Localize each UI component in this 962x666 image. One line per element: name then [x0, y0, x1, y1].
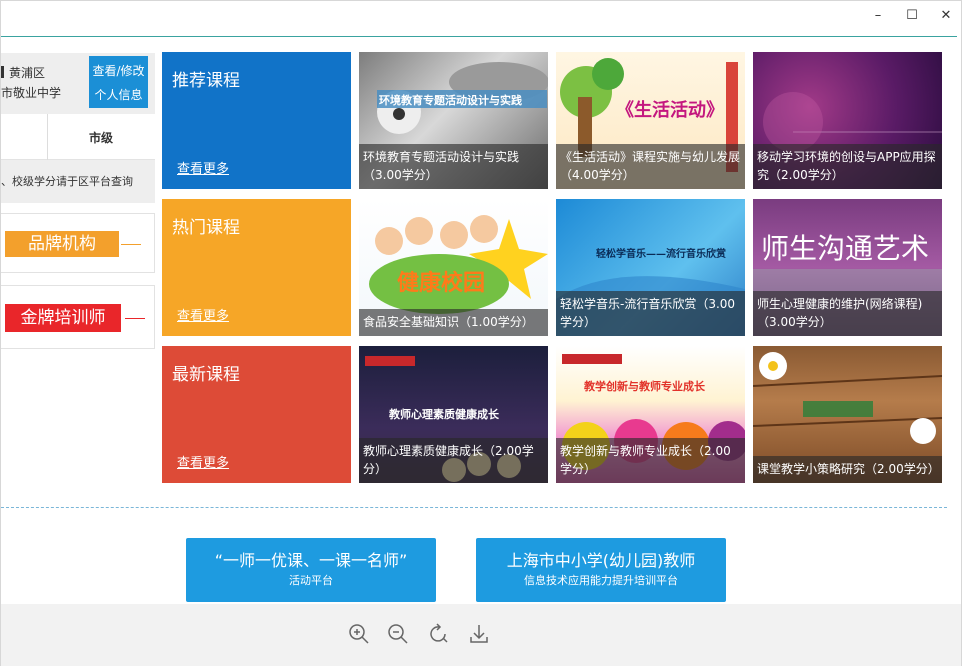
course-caption: 教学创新与教师专业成长（2.00学分） [556, 438, 745, 483]
edit-profile-button[interactable]: 查看/修改 个人信息 [89, 56, 148, 108]
course-art-text: 师生沟通艺术 [761, 232, 930, 265]
zoom-out-icon[interactable] [387, 623, 409, 645]
recommended-view-more-link[interactable]: 查看更多 [177, 158, 229, 177]
zoom-in-icon[interactable] [348, 623, 370, 645]
district-text: 黄浦区 [9, 66, 46, 80]
popular-courses-title: 热门课程 [172, 218, 240, 238]
brand-institutions-line [121, 244, 141, 245]
course-art-text: 健康校园 [397, 271, 486, 296]
credit-note: 、校级学分请于区平台查询 [1, 160, 155, 203]
course-caption: 环境教育专题活动设计与实践（3.00学分） [359, 144, 548, 189]
course-art-text: 轻松学音乐——流行音乐欣赏 [596, 249, 726, 260]
gold-trainers-link[interactable]: 金牌培训师 [1, 285, 155, 349]
course-card[interactable]: 环境教育专题活动设计与实践 环境教育专题活动设计与实践（3.00学分） [359, 52, 548, 189]
credit-divider [47, 114, 48, 160]
course-caption: 《生活活动》课程实施与幼儿发展（4.00学分） [556, 144, 745, 189]
course-card[interactable]: 师生沟通艺术 师生心理健康的维护(网络课程)（3.00学分） [753, 199, 942, 336]
minimize-button[interactable]: – [863, 4, 893, 26]
brand-institutions-label: 品牌机构 [5, 231, 119, 257]
course-caption: 食品安全基础知识（1.00学分） [359, 309, 548, 336]
platform-2-title: 上海市中小学(幼儿园)教师 [506, 551, 696, 570]
user-profile-panel: 黄浦区 市敬业中学 查看/修改 个人信息 市级 、校级学分请于区平台查询 [1, 53, 155, 203]
edit-profile-label-2: 个人信息 [94, 88, 143, 102]
platform-1-subtitle: 活动平台 [289, 574, 333, 587]
popular-view-more-link[interactable]: 查看更多 [177, 305, 229, 324]
location-marker-icon [1, 66, 4, 78]
course-caption: 师生心理健康的维护(网络课程)（3.00学分） [753, 291, 942, 336]
gold-trainers-label: 金牌培训师 [5, 304, 121, 332]
course-card[interactable]: 轻松学音乐——流行音乐欣赏 轻松学音乐-流行音乐欣赏（3.00学分） [556, 199, 745, 336]
it-training-platform-button[interactable]: 上海市中小学(幼儿园)教师 信息技术应用能力提升培训平台 [476, 538, 726, 602]
brand-institutions-link[interactable]: 品牌机构 [1, 213, 155, 273]
edit-profile-label-1: 查看/修改 [92, 64, 145, 78]
course-art-text: 环境教育专题活动设计与实践 [379, 94, 522, 107]
course-card[interactable]: 健康校园 食品安全基础知识（1.00学分） [359, 199, 548, 336]
rotate-icon[interactable] [428, 623, 450, 645]
latest-courses-title: 最新课程 [172, 365, 240, 385]
popular-courses-tile[interactable]: 热门课程 查看更多 [162, 199, 351, 336]
platform-1-title: “一师一优课、一课一名师” [214, 551, 408, 570]
course-caption: 移动学习环境的创设与APP应用探究（2.00学分） [753, 144, 942, 189]
section-divider [1, 507, 947, 508]
header-divider [1, 36, 957, 37]
recommended-courses-title: 推荐课程 [172, 71, 240, 91]
browser-window: – ☐ ✕ 黄浦区 市敬业中学 查看/修改 个人信息 市级 、校级学分请于区平台… [0, 0, 962, 666]
maximize-button[interactable]: ☐ [897, 4, 927, 26]
profile-header: 黄浦区 市敬业中学 查看/修改 个人信息 [1, 53, 155, 114]
one-teacher-one-lesson-platform-button[interactable]: “一师一优课、一课一名师” 活动平台 [186, 538, 436, 602]
course-art-text: 《生活活动》 [616, 100, 724, 121]
course-card[interactable]: 教师心理素质健康成长 教师心理素质健康成长（2.00学分） [359, 346, 548, 483]
gold-trainers-line [125, 318, 145, 319]
course-caption: 课堂教学小策略研究（2.00学分） [753, 456, 942, 483]
latest-courses-tile[interactable]: 最新课程 查看更多 [162, 346, 351, 483]
course-caption: 轻松学音乐-流行音乐欣赏（3.00学分） [556, 291, 745, 336]
course-card[interactable]: 教学创新与教师专业成长 教学创新与教师专业成长（2.00学分） [556, 346, 745, 483]
title-bar: – ☐ ✕ [1, 1, 961, 31]
latest-view-more-link[interactable]: 查看更多 [177, 452, 229, 471]
course-caption: 教师心理素质健康成长（2.00学分） [359, 438, 548, 483]
viewer-toolbar [1, 604, 961, 666]
credit-level-label: 市级 [89, 131, 114, 145]
course-art-text: 教学创新与教师专业成长 [584, 380, 705, 393]
platform-2-subtitle: 信息技术应用能力提升培训平台 [524, 574, 678, 587]
profile-credit-row: 市级 [1, 114, 155, 160]
download-icon[interactable] [468, 623, 490, 645]
profile-school: 市敬业中学 [1, 86, 62, 100]
course-card[interactable]: 移动学习环境的创设与APP应用探究（2.00学分） [753, 52, 942, 189]
close-button[interactable]: ✕ [931, 4, 961, 26]
course-card[interactable]: 《生活活动》 《生活活动》课程实施与幼儿发展（4.00学分） [556, 52, 745, 189]
recommended-courses-tile[interactable]: 推荐课程 查看更多 [162, 52, 351, 189]
course-art-text: 教师心理素质健康成长 [389, 408, 499, 421]
profile-district: 黄浦区 [1, 63, 45, 83]
course-card[interactable]: 课堂教学小策略研究（2.00学分） [753, 346, 942, 483]
